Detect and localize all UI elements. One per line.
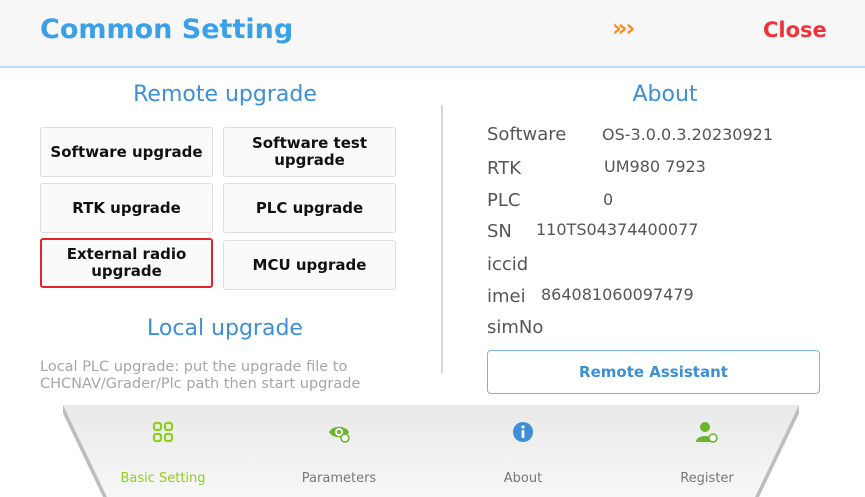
nav-label: Basic Setting xyxy=(120,471,206,486)
about-value: 864081060097479 xyxy=(541,285,694,304)
close-button[interactable]: Close xyxy=(763,18,827,42)
nav-basic-setting[interactable]: Basic Setting xyxy=(71,405,255,497)
user-icon xyxy=(696,422,718,443)
about-value: UM980 7923 xyxy=(604,157,706,176)
bottom-nav: Basic Setting Parameters About Register xyxy=(63,405,799,497)
about-title: About xyxy=(632,82,698,107)
about-value: 0 xyxy=(603,190,614,209)
nav-label: Register xyxy=(680,471,734,486)
info-icon xyxy=(513,422,533,442)
remote-upgrade-title: Remote upgrade xyxy=(133,82,317,107)
header-bar: Common Setting »› Close xyxy=(0,0,865,68)
rtk-upgrade-button[interactable]: RTK upgrade xyxy=(40,183,213,233)
column-divider xyxy=(441,105,443,373)
about-key: Software xyxy=(487,124,567,145)
local-upgrade-title: Local upgrade xyxy=(147,316,303,341)
eye-settings-icon xyxy=(329,426,350,443)
software-test-upgrade-button[interactable]: Software test upgrade xyxy=(223,127,396,177)
external-radio-upgrade-button[interactable]: External radio upgrade xyxy=(40,238,213,288)
about-value: 110TS04374400077 xyxy=(536,220,699,239)
about-key: iccid xyxy=(487,254,529,275)
remote-assistant-button[interactable]: Remote Assistant xyxy=(487,350,820,394)
about-key: simNo xyxy=(487,317,544,338)
nav-label: About xyxy=(503,471,543,486)
nav-parameters[interactable]: Parameters xyxy=(247,405,431,497)
nav-about[interactable]: About xyxy=(431,405,615,497)
chevron-right-icon[interactable]: »› xyxy=(612,14,635,42)
about-value: OS-3.0.0.3.20230921 xyxy=(602,125,774,144)
mcu-upgrade-button[interactable]: MCU upgrade xyxy=(223,240,396,290)
about-key: PLC xyxy=(487,190,521,211)
nav-label: Parameters xyxy=(301,471,377,486)
plc-upgrade-button[interactable]: PLC upgrade xyxy=(223,183,396,233)
page-title: Common Setting xyxy=(40,14,294,45)
grid-icon xyxy=(152,421,174,443)
software-upgrade-button[interactable]: Software upgrade xyxy=(40,127,213,177)
nav-register[interactable]: Register xyxy=(615,405,799,497)
local-upgrade-description: Local PLC upgrade: put the upgrade file … xyxy=(40,359,361,392)
about-key: RTK xyxy=(487,158,521,179)
about-key: SN xyxy=(487,221,512,242)
about-key: imei xyxy=(487,286,526,307)
